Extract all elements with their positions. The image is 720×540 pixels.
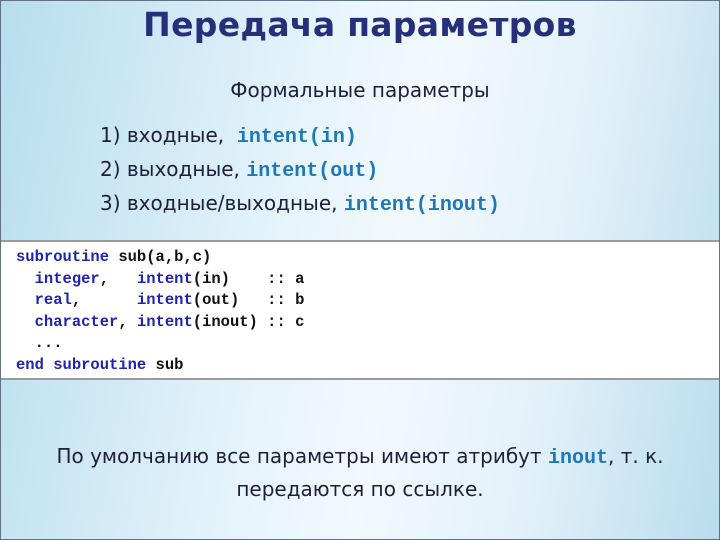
code-line: subroutine sub(a,b,c) [16,247,304,269]
code-token: sub [146,355,184,374]
code-listing: subroutine sub(a,b,c) integer, intent(in… [16,247,304,376]
code-keyword: intent [136,312,193,331]
slide-subtitle: Формальные параметры [230,78,490,102]
code-line: integer, intent(in) :: a [16,269,305,291]
code-token: , [99,269,137,288]
list-code: intent(inout) [343,194,500,217]
note-before: По умолчанию все параметры имеют атрибут [56,444,548,468]
code-line: ... [16,333,304,355]
code-token: sub(a,b,c) [109,248,212,266]
slide: Передача параметров Формальные параметры… [0,0,720,540]
note-text: По умолчанию все параметры имеют атрибут… [11,441,709,504]
code-keyword: real [34,291,72,309]
note-code: inout [548,447,609,470]
code-keyword: character [34,312,119,331]
code-token: (in) :: a [192,269,305,288]
code-token: , [118,312,137,331]
list-text: входные, [126,123,225,147]
list-number: 2) [100,157,121,181]
list-code: intent(out) [246,160,379,183]
code-token: , [71,291,137,309]
code-line: end subroutine sub [16,355,304,377]
slide-title: Передача параметров [143,5,577,44]
code-keyword: intent [136,291,193,309]
code-keyword: subroutine [16,248,110,266]
list-number: 3) [100,191,121,215]
list-item: 1) входные, intent(in) [100,120,500,154]
code-token: (inout) :: c [192,312,305,331]
parameter-kinds-list: 1) входные, intent(in) 2) выходные, inte… [100,120,500,222]
code-token: (out) :: b [192,291,305,309]
code-keyword: intent [136,269,193,288]
code-line: character, intent(inout) :: c [16,312,305,334]
list-number: 1) [100,123,121,147]
list-item: 3) входные/выходные, intent(inout) [100,188,500,222]
code-line: real, intent(out) :: b [16,290,305,312]
code-keyword: integer [34,269,100,288]
list-item: 2) выходные, intent(out) [100,154,500,188]
list-text: входные/выходные, [126,191,338,215]
code-keyword: subroutine [53,355,147,374]
code-block: subroutine sub(a,b,c) integer, intent(in… [1,240,719,380]
list-text: выходные, [126,157,240,181]
list-code: intent(in) [236,126,357,149]
code-token: ... [16,334,63,352]
code-keyword: end [16,355,44,374]
